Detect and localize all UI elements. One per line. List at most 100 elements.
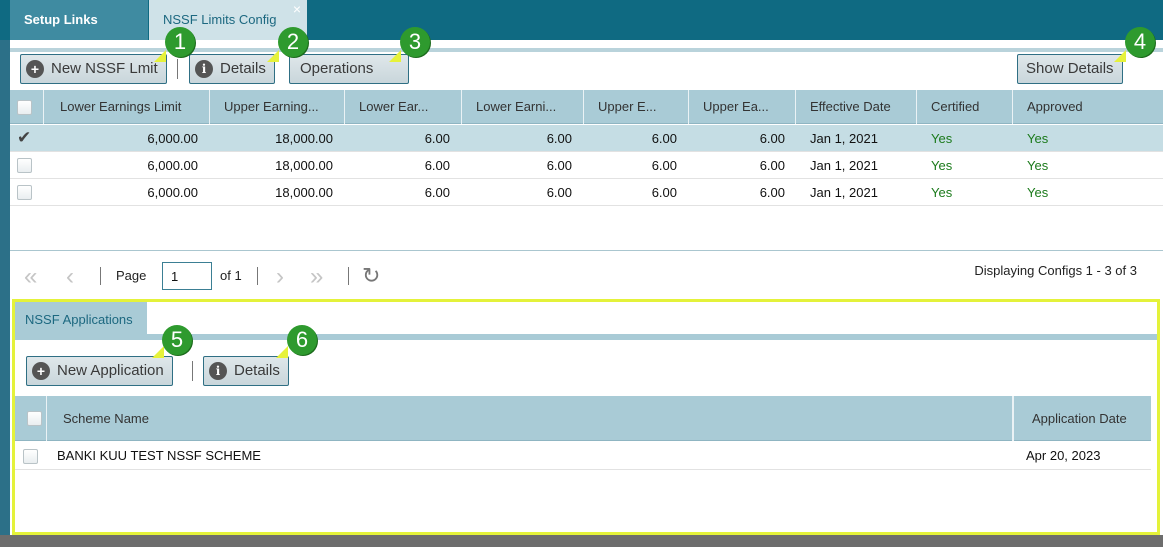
col-header[interactable]: Approved xyxy=(1013,90,1163,124)
callout-pointer xyxy=(276,346,288,358)
pagination-bar: « ‹ Page of 1 › » ↻ Displaying Configs 1… xyxy=(10,250,1163,300)
cell: Yes xyxy=(1027,185,1049,200)
cell: Apr 20, 2023 xyxy=(1026,448,1101,463)
cell: 6.00 xyxy=(759,131,785,146)
tab-setup-links[interactable]: Setup Links xyxy=(10,0,148,40)
row-checkbox[interactable] xyxy=(17,158,32,173)
divider xyxy=(177,59,178,79)
col-header[interactable]: Effective Date xyxy=(796,90,917,124)
cell: 18,000.00 xyxy=(275,158,333,173)
header-select-all[interactable] xyxy=(10,90,44,124)
main-panel: + New NSSF Lmit i Details Operations Sho… xyxy=(10,40,1163,547)
divider xyxy=(348,267,349,285)
first-page-icon[interactable]: « xyxy=(24,263,37,291)
callout-badge-2: 2 xyxy=(278,27,308,57)
refresh-icon[interactable]: ↻ xyxy=(362,263,380,289)
show-details-button[interactable]: Show Details xyxy=(1017,54,1123,84)
row-checkbox[interactable] xyxy=(17,185,32,200)
callout-badge-3: 3 xyxy=(400,27,430,57)
cell: Yes xyxy=(1027,158,1049,173)
cell: 6,000.00 xyxy=(147,131,198,146)
details-button[interactable]: i Details xyxy=(189,54,275,84)
callout-badge-1: 1 xyxy=(165,27,195,57)
checkmark-icon[interactable]: ✔ xyxy=(17,128,31,148)
left-edge xyxy=(0,40,10,547)
cell: Jan 1, 2021 xyxy=(810,185,878,200)
cell: 6.00 xyxy=(759,158,785,173)
col-header[interactable]: Upper Earning... xyxy=(210,90,345,124)
info-icon: i xyxy=(195,60,213,78)
callout-badge-5: 5 xyxy=(162,325,192,355)
button-label: Details xyxy=(220,60,266,77)
callout-badge-6: 6 xyxy=(287,325,317,355)
col-header[interactable]: Upper E... xyxy=(584,90,689,124)
button-label: New NSSF Lmit xyxy=(51,60,158,77)
table-row[interactable]: ✔ 6,000.00 18,000.00 6.00 6.00 6.00 6.00… xyxy=(10,125,1163,152)
col-header[interactable]: Lower Ear... xyxy=(345,90,462,124)
displaying-summary: Displaying Configs 1 - 3 of 3 xyxy=(974,263,1137,278)
cell: 18,000.00 xyxy=(275,131,333,146)
divider xyxy=(100,267,101,285)
button-label: New Application xyxy=(57,362,164,379)
cell: 6.00 xyxy=(651,158,677,173)
button-label: Show Details xyxy=(1026,60,1114,77)
applications-grid-header: Scheme Name Application Date xyxy=(15,396,1151,441)
cell: 6.00 xyxy=(759,185,785,200)
cell: 18,000.00 xyxy=(275,185,333,200)
page-label: Page xyxy=(116,268,147,283)
grid-header: Lower Earnings Limit Upper Earning... Lo… xyxy=(10,90,1163,124)
callout-pointer xyxy=(389,50,401,62)
select-all-checkbox[interactable] xyxy=(27,411,42,426)
cell: 6.00 xyxy=(546,131,572,146)
cell: 6,000.00 xyxy=(147,185,198,200)
header-select-all[interactable] xyxy=(15,396,47,441)
table-row[interactable]: BANKI KUU TEST NSSF SCHEME Apr 20, 2023 xyxy=(15,442,1151,470)
cell: Yes xyxy=(1027,131,1049,146)
col-header[interactable]: Certified xyxy=(917,90,1013,124)
cell: Jan 1, 2021 xyxy=(810,158,878,173)
prev-page-icon[interactable]: ‹ xyxy=(66,263,74,291)
next-page-icon[interactable]: › xyxy=(276,263,284,291)
cell: 6.00 xyxy=(546,185,572,200)
info-icon: i xyxy=(209,362,227,380)
col-header[interactable]: Upper Ea... xyxy=(689,90,796,124)
cell: 6.00 xyxy=(651,131,677,146)
button-label: Operations xyxy=(300,60,374,77)
callout-badge-4: 4 xyxy=(1125,27,1155,57)
cell: Yes xyxy=(931,185,953,200)
tab-label: NSSF Limits Config xyxy=(163,12,277,27)
page-count-label: of 1 xyxy=(220,268,242,283)
plus-icon: + xyxy=(26,60,44,78)
application-details-button[interactable]: i Details xyxy=(203,356,289,386)
callout-pointer xyxy=(152,346,164,358)
tab-label: Setup Links xyxy=(24,12,98,27)
page-number-input[interactable] xyxy=(162,262,212,290)
new-nssf-limit-button[interactable]: + New NSSF Lmit xyxy=(20,54,167,84)
table-row[interactable]: 6,000.00 18,000.00 6.00 6.00 6.00 6.00 J… xyxy=(10,152,1163,179)
callout-pointer xyxy=(154,50,166,62)
tab-nssf-applications[interactable]: NSSF Applications xyxy=(15,302,147,340)
cell: BANKI KUU TEST NSSF SCHEME xyxy=(57,448,261,463)
cell: Yes xyxy=(931,131,953,146)
cell: Jan 1, 2021 xyxy=(810,131,878,146)
callout-pointer xyxy=(1114,50,1126,62)
col-header[interactable]: Scheme Name xyxy=(47,396,1013,441)
cell: 6.00 xyxy=(424,185,450,200)
col-header[interactable]: Lower Earni... xyxy=(462,90,584,124)
col-header[interactable]: Lower Earnings Limit xyxy=(44,90,210,124)
last-page-icon[interactable]: » xyxy=(310,263,323,291)
bottom-bar xyxy=(0,535,1163,547)
new-application-button[interactable]: + New Application xyxy=(26,356,173,386)
divider xyxy=(192,361,193,381)
cell: 6.00 xyxy=(651,185,677,200)
table-row[interactable]: 6,000.00 18,000.00 6.00 6.00 6.00 6.00 J… xyxy=(10,179,1163,206)
plus-icon: + xyxy=(32,362,50,380)
close-icon[interactable]: × xyxy=(293,0,301,29)
select-all-checkbox[interactable] xyxy=(17,100,32,115)
cell: 6.00 xyxy=(546,158,572,173)
cell: 6.00 xyxy=(424,158,450,173)
callout-pointer xyxy=(267,50,279,62)
row-checkbox[interactable] xyxy=(23,449,38,464)
button-label: Details xyxy=(234,362,280,379)
col-header[interactable]: Application Date xyxy=(1013,396,1151,441)
